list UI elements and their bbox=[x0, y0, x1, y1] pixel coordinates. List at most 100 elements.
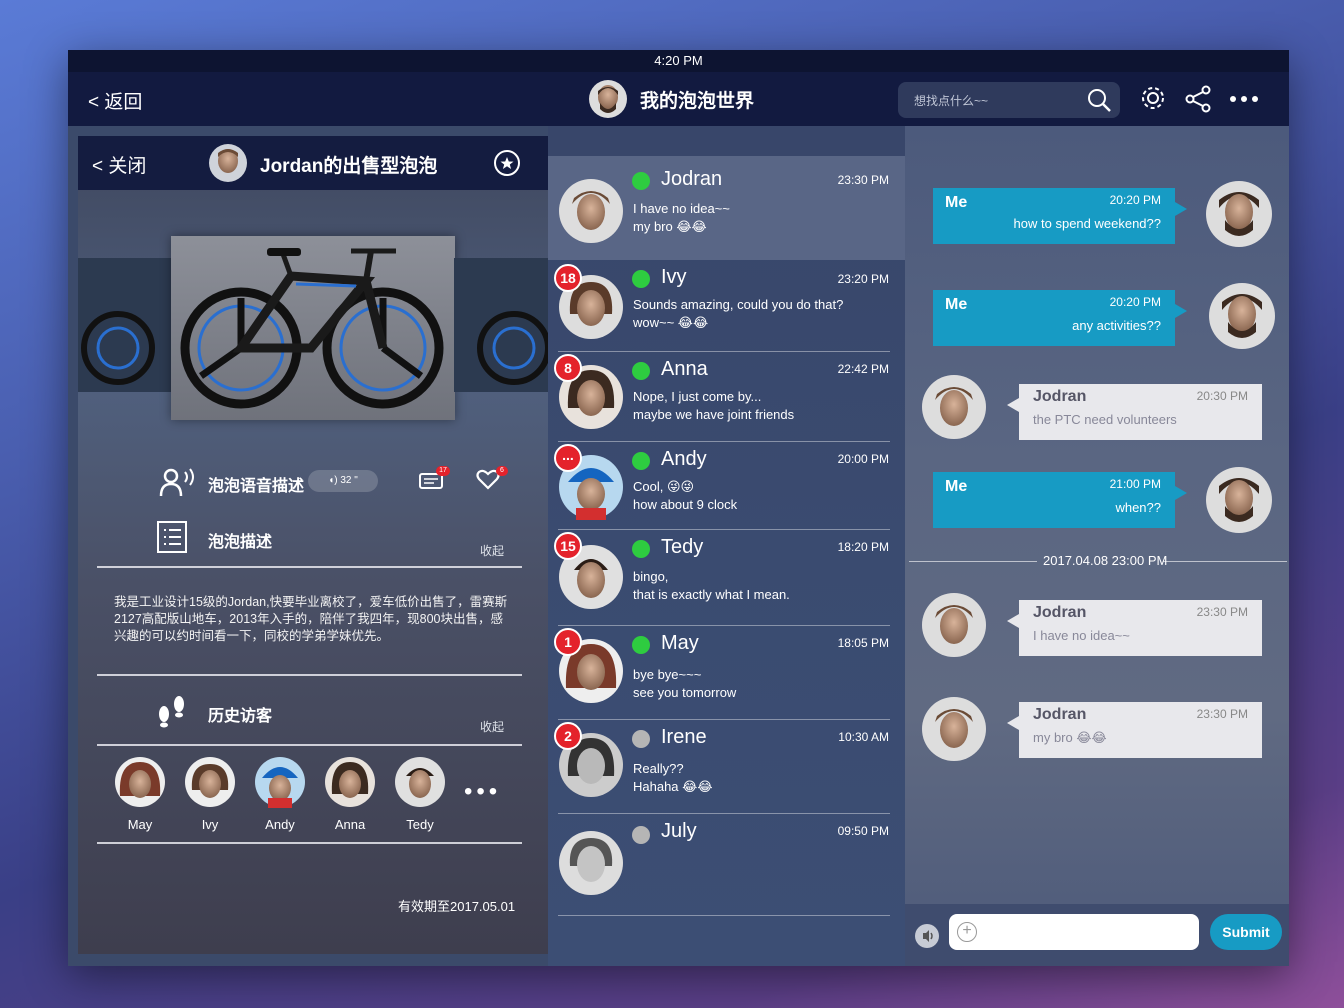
message-time: 18:05 PM bbox=[837, 636, 889, 650]
contact-name: Ivy bbox=[661, 266, 687, 288]
conversation-item[interactable]: 8 Anna 22:42 PM Nope, I just come by... … bbox=[548, 352, 905, 442]
gear-icon[interactable] bbox=[1140, 85, 1166, 111]
status-time: 4:20 PM bbox=[654, 53, 703, 68]
divider bbox=[1163, 561, 1287, 562]
item-title: Jordan的出售型泡泡 bbox=[260, 156, 438, 177]
message-composer: + Submit bbox=[905, 904, 1289, 966]
message-text: when?? bbox=[1115, 500, 1161, 515]
message-sender: Me bbox=[945, 478, 968, 495]
visitor-item[interactable]: Anna bbox=[322, 756, 378, 832]
message-time: 09:50 PM bbox=[837, 824, 889, 838]
visitor-item[interactable]: Tedy bbox=[392, 756, 448, 832]
conversation-item[interactable]: ... Andy 20:00 PM Cool, 😜😜 how about 9 c… bbox=[548, 442, 905, 530]
message-time: 20:20 PM bbox=[1109, 295, 1161, 309]
photo-thumb-left[interactable] bbox=[78, 258, 172, 392]
message-line: bye bye~~~ bbox=[633, 667, 702, 682]
my-avatar[interactable] bbox=[1208, 282, 1276, 350]
favorite-star-icon[interactable] bbox=[494, 150, 520, 176]
contact-avatar[interactable] bbox=[921, 592, 987, 658]
photo-gallery[interactable] bbox=[78, 236, 551, 422]
message-time: 20:00 PM bbox=[837, 452, 889, 466]
more-icon[interactable] bbox=[1228, 85, 1262, 113]
user-avatar[interactable] bbox=[588, 79, 628, 119]
divider bbox=[97, 842, 522, 844]
footprints-icon bbox=[159, 696, 184, 728]
message-text: I have no idea~~ bbox=[1033, 628, 1130, 643]
message-line: Cool, 😜😜 bbox=[633, 479, 695, 494]
history-collapse-button[interactable]: 收起 bbox=[480, 718, 504, 735]
contact-avatar bbox=[559, 831, 623, 895]
message-text: any activities?? bbox=[1072, 318, 1161, 333]
add-attachment-icon[interactable]: + bbox=[957, 922, 977, 942]
search-box bbox=[898, 82, 1120, 118]
message-line: Really?? bbox=[633, 761, 684, 776]
message-sender: Jodran bbox=[1033, 604, 1087, 621]
unread-badge: ... bbox=[554, 444, 582, 472]
visitor-avatar bbox=[395, 757, 445, 807]
item-description: 我是工业设计15级的Jordan,快要毕业离校了，爱车低价出售了，雷赛斯2127… bbox=[114, 595, 508, 643]
search-icon[interactable] bbox=[1086, 87, 1112, 113]
photo-thumb-right[interactable] bbox=[454, 258, 551, 392]
message-text: the PTC need volunteers bbox=[1033, 412, 1177, 427]
voice-input-icon[interactable] bbox=[915, 924, 939, 948]
voice-duration: 32 " bbox=[340, 475, 358, 486]
status-dot bbox=[632, 636, 650, 654]
voice-description-icon bbox=[159, 468, 194, 497]
message-line: that is exactly what I mean. bbox=[633, 587, 790, 602]
message-bubble-received: Jodran 20:30 PM the PTC need volunteers bbox=[1007, 384, 1262, 440]
unread-badge: 8 bbox=[554, 354, 582, 382]
message-line: my bro 😂😂 bbox=[633, 219, 707, 234]
contact-avatar[interactable] bbox=[921, 696, 987, 762]
message-line: how about 9 clock bbox=[633, 497, 738, 512]
seller-avatar[interactable] bbox=[208, 143, 248, 183]
message-bubble-sent: Me 20:20 PM how to spend weekend?? bbox=[933, 188, 1187, 244]
app-title: 我的泡泡世界 bbox=[640, 90, 755, 112]
contact-name: Irene bbox=[661, 726, 707, 748]
visitor-item[interactable]: Andy bbox=[252, 756, 308, 832]
submit-button[interactable]: Submit bbox=[1210, 914, 1282, 950]
conversation-item[interactable]: 15 Tedy 18:20 PM bingo, that is exactly … bbox=[548, 530, 905, 626]
visitor-list: May Ivy Andy Anna Tedy ••• bbox=[112, 756, 522, 836]
photo-main[interactable] bbox=[171, 236, 455, 420]
status-dot bbox=[632, 452, 650, 470]
date-separator: 2017.04.08 23:00 PM bbox=[905, 553, 1289, 571]
divider bbox=[97, 566, 522, 568]
close-button[interactable]: < 关闭 bbox=[92, 151, 146, 178]
message-input[interactable] bbox=[949, 914, 1199, 950]
description-collapse-button[interactable]: 收起 bbox=[480, 542, 504, 559]
message-line: see you tomorrow bbox=[633, 685, 737, 700]
voice-description-label: 泡泡语音描述 bbox=[208, 478, 305, 495]
visitor-item[interactable]: May bbox=[112, 756, 168, 832]
visitor-name: Anna bbox=[334, 817, 366, 832]
message-line: maybe we have joint friends bbox=[633, 407, 795, 422]
more-visitors-icon[interactable]: ••• bbox=[464, 778, 501, 806]
back-button[interactable]: < 返回 bbox=[88, 87, 142, 114]
app-title-group: 我的泡泡世界 bbox=[588, 78, 754, 120]
voice-play-button[interactable]: ◖) 32 " bbox=[308, 470, 378, 492]
divider bbox=[97, 674, 522, 676]
message-sender: Me bbox=[945, 194, 968, 211]
message-line: Hahaha 😂😂 bbox=[633, 779, 713, 794]
my-avatar[interactable] bbox=[1205, 466, 1273, 534]
contact-name: May bbox=[661, 632, 699, 654]
visitor-item[interactable]: Ivy bbox=[182, 756, 238, 832]
contact-avatar[interactable] bbox=[921, 374, 987, 440]
conversation-item[interactable]: 18 Ivy 23:20 PM Sounds amazing, could yo… bbox=[548, 260, 905, 352]
message-line: wow~~ 😂😂 bbox=[633, 315, 709, 330]
status-dot bbox=[632, 362, 650, 380]
unread-badge: 15 bbox=[554, 532, 582, 560]
conversation-item[interactable]: 1 May 18:05 PM bye bye~~~ see you tomorr… bbox=[548, 626, 905, 720]
status-dot bbox=[632, 730, 650, 748]
share-icon[interactable] bbox=[1184, 85, 1212, 113]
contact-name: Andy bbox=[661, 448, 707, 470]
status-bar: 4:20 PM bbox=[68, 50, 1289, 72]
message-time: 22:42 PM bbox=[837, 362, 889, 376]
search-input[interactable] bbox=[912, 90, 1076, 112]
conversation-item[interactable]: 2 Irene 10:30 AM Really?? Hahaha 😂😂 bbox=[548, 720, 905, 814]
my-avatar[interactable] bbox=[1205, 180, 1273, 248]
conversation-item[interactable]: July 09:50 PM bbox=[548, 814, 905, 916]
message-sender: Me bbox=[945, 296, 968, 313]
divider bbox=[558, 915, 890, 916]
conversation-item[interactable]: Jodran 23:30 PM I have no idea~~ my bro … bbox=[548, 156, 905, 260]
visitor-avatar bbox=[185, 757, 235, 807]
